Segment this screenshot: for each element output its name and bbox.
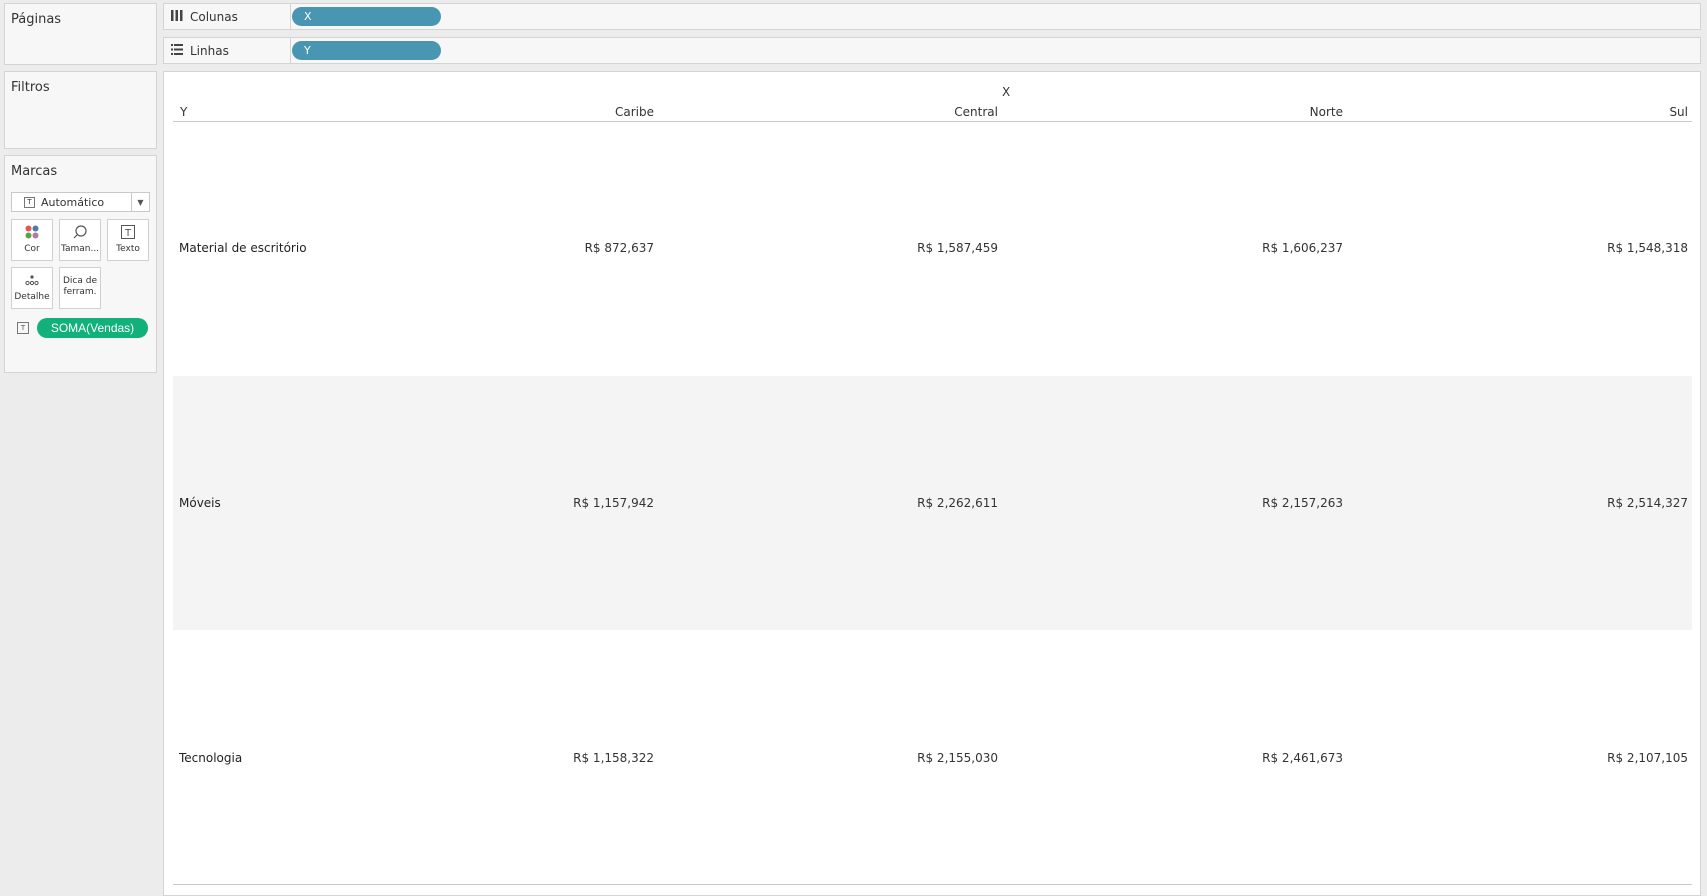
marks-title: Marcas: [11, 164, 58, 179]
table-cell[interactable]: R$ 2,155,030: [798, 751, 998, 765]
header-divider: [173, 121, 1692, 122]
columns-label: Colunas: [190, 9, 238, 24]
text-mark-icon: T: [24, 196, 35, 208]
table-cell[interactable]: R$ 1,157,942: [454, 496, 654, 510]
column-header-caribe[interactable]: Caribe: [454, 105, 654, 119]
mark-type-label: Automático: [41, 195, 105, 209]
svg-text:T: T: [124, 228, 132, 239]
columns-shelf[interactable]: Colunas X: [163, 3, 1701, 30]
size-button[interactable]: Taman...: [59, 219, 101, 261]
color-button[interactable]: Cor: [11, 219, 53, 261]
table-cell[interactable]: R$ 2,514,327: [1488, 496, 1688, 510]
table-cell[interactable]: R$ 2,107,105: [1488, 751, 1688, 765]
y-dimension-pill[interactable]: Y: [292, 41, 441, 60]
columns-shelf-label: Colunas: [164, 4, 291, 29]
rows-icon: [170, 43, 184, 58]
column-header-sul[interactable]: Sul: [1488, 105, 1688, 119]
detail-button-label: Detalhe: [14, 292, 50, 302]
text-button[interactable]: T Texto: [107, 219, 149, 261]
table-cell[interactable]: R$ 1,587,459: [798, 241, 998, 255]
filters-title: Filtros: [11, 80, 50, 95]
row-field-header: Y: [180, 105, 188, 119]
table-cell[interactable]: R$ 2,461,673: [1143, 751, 1343, 765]
columns-icon: [170, 9, 184, 24]
text-icon: T: [108, 224, 148, 244]
tooltip-button-label: Dica de ferram.: [63, 276, 98, 297]
color-dots-icon: [12, 224, 52, 244]
table-cell[interactable]: R$ 1,548,318: [1488, 241, 1688, 255]
marks-card: Marcas T Automático ▼ Cor Taman... T Tex…: [4, 155, 157, 373]
rows-shelf[interactable]: Linhas Y: [163, 37, 1701, 64]
text-button-label: Texto: [116, 244, 140, 254]
viz-view[interactable]: X Y Caribe Central Norte Sul Material de…: [163, 71, 1701, 896]
detail-icon: [12, 272, 52, 292]
rows-label: Linhas: [190, 43, 229, 58]
pages-card[interactable]: Páginas: [4, 3, 157, 65]
chevron-down-icon[interactable]: ▼: [131, 193, 149, 211]
table-bottom-divider: [173, 884, 1692, 885]
color-button-label: Cor: [24, 244, 40, 254]
rows-shelf-label: Linhas: [164, 38, 291, 63]
x-dimension-pill[interactable]: X: [292, 7, 441, 26]
row-label-moveis[interactable]: Móveis: [179, 496, 221, 510]
tooltip-button[interactable]: Dica de ferram.: [59, 267, 101, 309]
table-cell[interactable]: R$ 2,157,263: [1143, 496, 1343, 510]
table-cell[interactable]: R$ 1,158,322: [454, 751, 654, 765]
table-cell[interactable]: R$ 2,262,611: [798, 496, 998, 510]
text-field-icon: T: [17, 322, 29, 334]
size-button-label: Taman...: [60, 244, 100, 254]
table-cell[interactable]: R$ 1,606,237: [1143, 241, 1343, 255]
text-field-row: T SOMA(Vendas): [17, 318, 148, 338]
filters-card[interactable]: Filtros: [4, 71, 157, 149]
row-label-tecnologia[interactable]: Tecnologia: [179, 751, 242, 765]
column-field-header: X: [1002, 85, 1011, 99]
soma-vendas-pill[interactable]: SOMA(Vendas): [37, 318, 148, 338]
mark-type-dropdown[interactable]: T Automático ▼: [11, 192, 150, 212]
row-label-material[interactable]: Material de escritório: [179, 241, 307, 255]
column-header-norte[interactable]: Norte: [1143, 105, 1343, 119]
size-icon: [60, 224, 100, 244]
pages-title: Páginas: [11, 12, 62, 27]
column-header-central[interactable]: Central: [798, 105, 998, 119]
table-cell[interactable]: R$ 872,637: [454, 241, 654, 255]
detail-button[interactable]: Detalhe: [11, 267, 53, 309]
